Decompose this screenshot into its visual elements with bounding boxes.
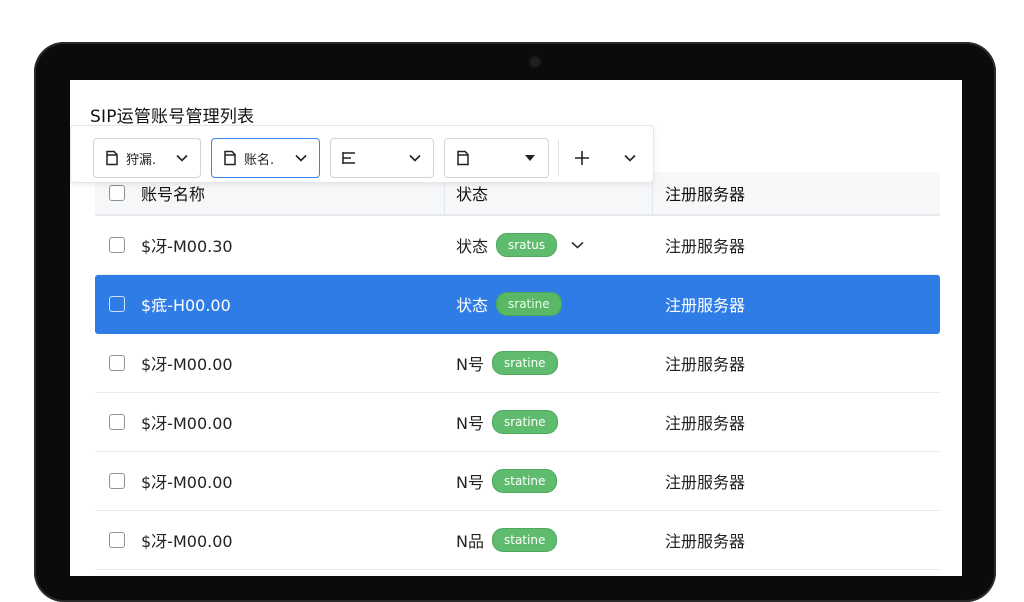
document-icon — [222, 150, 238, 166]
status-cell: 状态 sratus — [456, 216, 584, 274]
page-title: SIP运管账号管理列表 — [90, 107, 255, 127]
app-screen: SIP运管账号管理列表 狩漏. 账名. 账号名称 状态 注册服务器 $冴-M00… — [70, 80, 962, 576]
status-badge: sratine — [491, 351, 558, 375]
camera-icon — [530, 57, 540, 67]
table-row[interactable]: $冴-M00.00 N号 sratine 注册服务器 — [95, 334, 940, 393]
status-cell: N品 statine — [456, 511, 558, 569]
register-server: 注册服务器 — [665, 414, 746, 433]
plus-icon — [574, 150, 590, 166]
status-text: N号 — [456, 355, 484, 374]
status-text: N号 — [456, 473, 484, 492]
account-name: $冴-M00.00 — [141, 473, 233, 492]
select-all-checkbox[interactable] — [109, 185, 125, 201]
chevron-down-icon — [407, 150, 423, 166]
register-server: 注册服务器 — [665, 355, 746, 374]
row-checkbox-cell — [109, 334, 125, 392]
account-name: $冴-M00.00 — [141, 355, 233, 374]
row-checkbox-cell — [109, 452, 125, 510]
status-badge: statine — [491, 469, 558, 493]
table-row[interactable]: $冴-M00.00 N号 sratine 注册服务器 — [95, 393, 940, 452]
status-badge: sratine — [496, 292, 562, 316]
account-name: $冴-M00.30 — [141, 237, 233, 256]
filter-button-1[interactable]: 狩漏. — [93, 138, 201, 178]
row-checkbox[interactable] — [109, 414, 125, 430]
align-left-icon — [341, 150, 357, 166]
row-checkbox[interactable] — [109, 532, 125, 548]
row-checkbox-cell — [109, 275, 125, 333]
toolbar: 狩漏. 账名. — [70, 125, 654, 183]
document-dropdown-button[interactable] — [444, 138, 549, 178]
status-text: 状态 — [456, 237, 489, 256]
table-row[interactable]: $冴-M00.00 N号 statine 注册服务器 — [95, 452, 940, 511]
toolbar-separator — [558, 140, 559, 176]
row-checkbox[interactable] — [109, 296, 125, 312]
table-row-selected[interactable]: $疷-H00.00 状态 sratine 注册服务器 — [95, 275, 940, 334]
status-cell: N号 sratine — [456, 334, 558, 392]
status-badge: statine — [491, 528, 558, 552]
row-checkbox[interactable] — [109, 355, 125, 371]
document-icon — [455, 150, 471, 166]
status-text: N品 — [456, 532, 484, 551]
filter-button-2-label: 账名. — [244, 152, 275, 168]
account-table: 账号名称 状态 注册服务器 $冴-M00.30 状态 sratus 注册服务器 … — [95, 172, 940, 570]
row-checkbox[interactable] — [109, 473, 125, 489]
add-button[interactable] — [563, 138, 649, 178]
status-cell: 状态 sratine — [456, 275, 562, 333]
register-server: 注册服务器 — [665, 473, 746, 492]
register-server: 注册服务器 — [665, 532, 746, 551]
filter-button-2[interactable]: 账名. — [211, 138, 320, 178]
status-cell: N号 statine — [456, 452, 558, 510]
align-button[interactable] — [330, 138, 434, 178]
chevron-down-icon — [622, 150, 638, 166]
table-row[interactable]: $冴-M00.00 N品 statine 注册服务器 — [95, 511, 940, 570]
row-checkbox-cell — [109, 511, 125, 569]
chevron-down-icon — [174, 150, 190, 166]
header-register-server[interactable]: 注册服务器 — [665, 172, 745, 214]
account-name: $冴-M00.00 — [141, 414, 233, 433]
status-badge: sratine — [491, 410, 558, 434]
row-checkbox[interactable] — [109, 237, 125, 253]
row-checkbox-cell — [109, 216, 125, 274]
chevron-down-icon — [293, 150, 309, 166]
register-server: 注册服务器 — [665, 296, 746, 315]
filter-button-1-label: 狩漏. — [126, 152, 157, 168]
status-badge: sratus — [496, 233, 558, 257]
status-text: 状态 — [456, 296, 489, 315]
document-icon — [104, 150, 120, 166]
status-cell: N号 sratine — [456, 393, 558, 451]
row-checkbox-cell — [109, 393, 125, 451]
register-server: 注册服务器 — [665, 237, 746, 256]
account-name: $冴-M00.00 — [141, 532, 233, 551]
chevron-down-icon[interactable] — [571, 241, 584, 249]
status-text: N号 — [456, 414, 484, 433]
account-name: $疷-H00.00 — [141, 296, 231, 315]
table-row[interactable]: $冴-M00.30 状态 sratus 注册服务器 — [95, 216, 940, 275]
caret-down-icon — [522, 150, 538, 166]
